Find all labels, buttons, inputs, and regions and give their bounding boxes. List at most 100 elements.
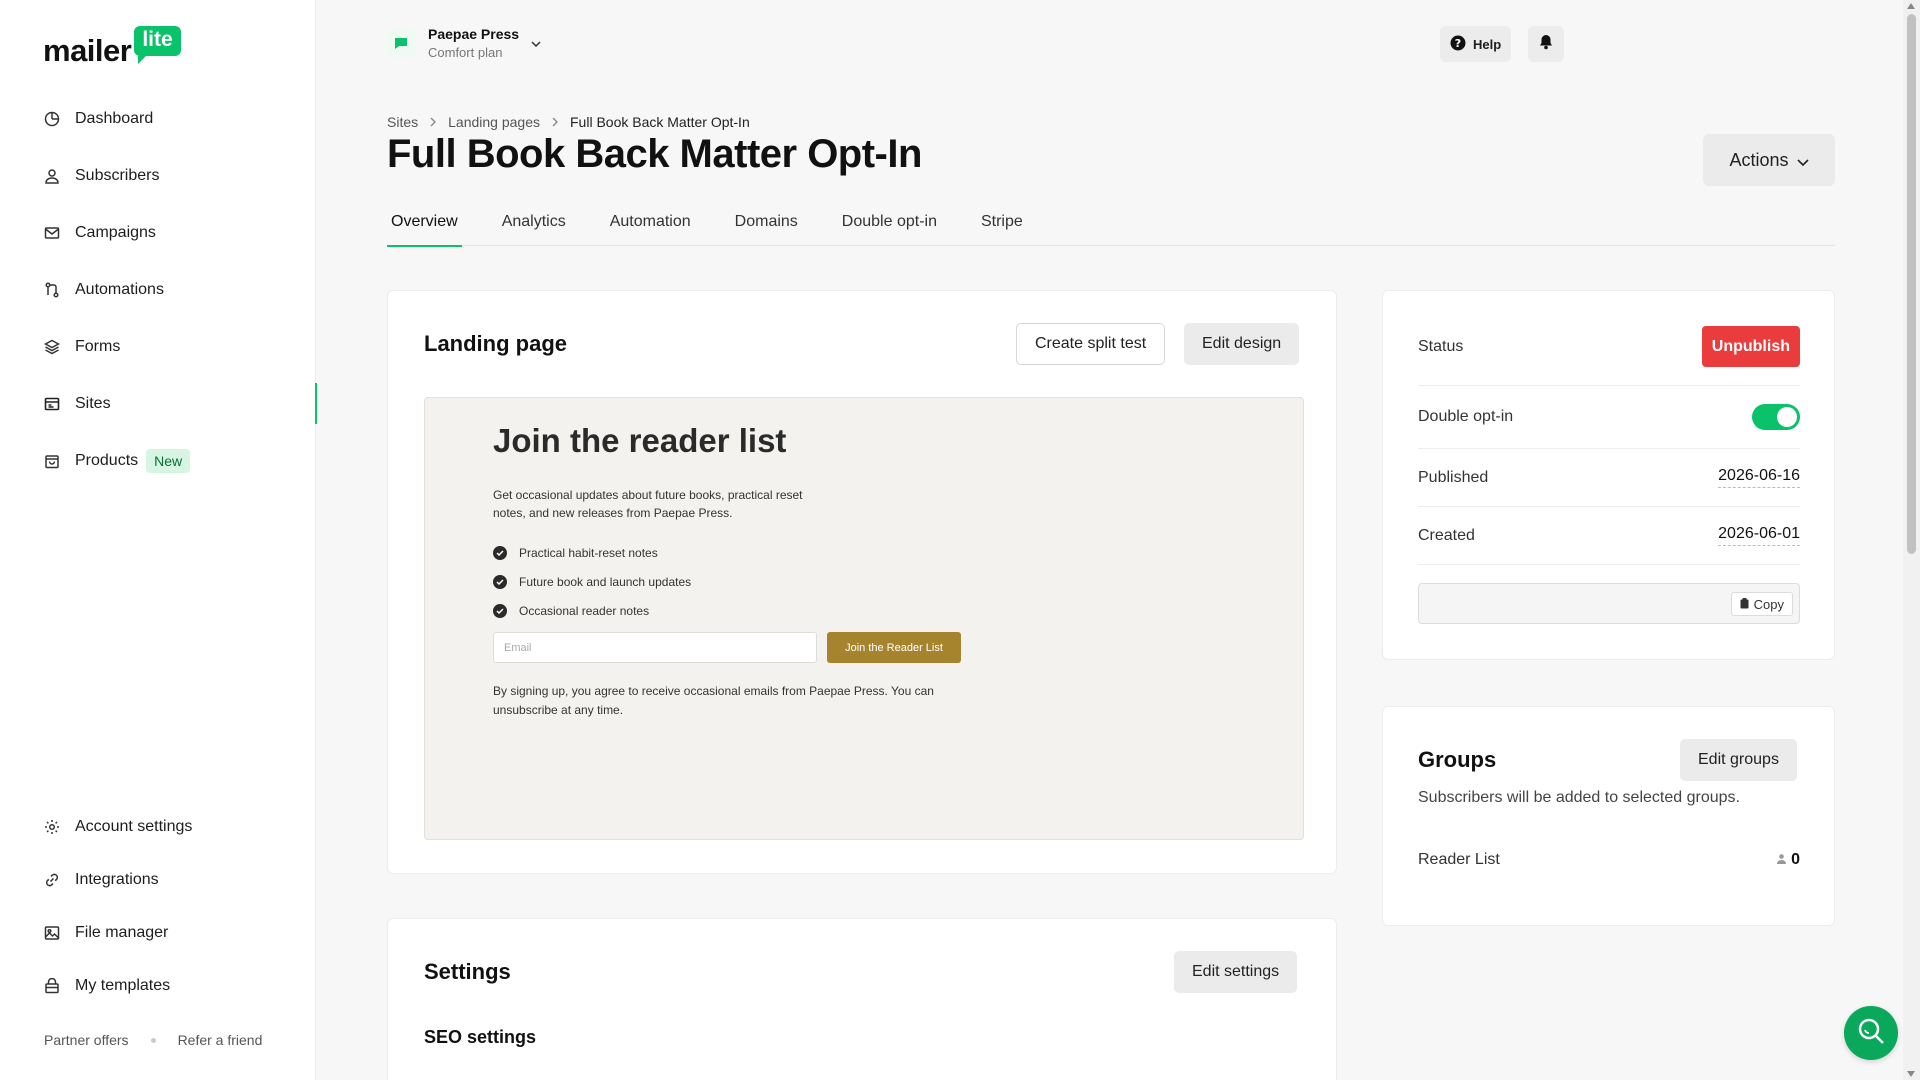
user-icon [43,167,61,185]
sidebar-item-automations[interactable]: Automations [0,261,316,318]
image-icon [43,924,61,942]
groups-description: Subscribers will be added to selected gr… [1418,789,1740,806]
chevron-down-icon [1796,150,1809,171]
sidebar-item-forms[interactable]: Forms [0,318,316,375]
sidebar-item-dashboard[interactable]: Dashboard [0,90,316,147]
mail-icon [43,224,61,242]
sidebar-item-products[interactable]: Products New [0,432,316,489]
page-title: Full Book Back Matter Opt-In [387,132,922,176]
search-icon [1856,1016,1886,1051]
bell-icon [1539,34,1553,55]
page-url-field[interactable]: Copy [1418,583,1800,624]
sidebar-item-label: Dashboard [75,109,154,127]
sidebar-item-account-settings[interactable]: Account settings [0,800,316,853]
divider [1418,448,1800,449]
sidebar-item-sites[interactable]: Sites [0,375,317,432]
copy-url-button[interactable]: Copy [1730,592,1793,616]
status-label: Status [1418,337,1464,355]
check-circle-icon [493,574,507,589]
page-tabs: Overview Analytics Automation Domains Do… [387,198,1835,247]
group-count-value: 0 [1791,851,1800,868]
divider [1418,385,1800,386]
seo-settings-heading: SEO settings [424,1027,537,1047]
page-scrollbar[interactable] [1903,0,1920,1080]
preview-join-button: Join the Reader List [827,632,961,663]
scroll-up-arrow-icon[interactable] [1907,3,1915,9]
list-item: Practical habit-reset notes [493,538,691,567]
automation-icon [43,281,61,299]
settings-card: Settings Edit settings SEO settings [387,918,1337,1080]
sidebar-item-label: Automations [75,280,164,298]
divider [1418,506,1800,507]
edit-settings-button[interactable]: Edit settings [1174,951,1298,993]
sidebar-item-label: My templates [75,976,171,994]
status-row: Status Unpublish [1418,326,1800,367]
footer-separator-dot [150,1037,156,1043]
breadcrumb-current: Full Book Back Matter Opt-In [570,114,750,130]
help-label: Help [1473,36,1502,52]
layers-icon [43,338,61,356]
sidebar-item-integrations[interactable]: Integrations [0,853,316,906]
landing-page-card: Landing page Create split test Edit desi… [387,290,1337,874]
logo-badge: lite [134,26,181,64]
sidebar-item-label: Subscribers [75,166,160,184]
clipboard-icon [1740,597,1749,612]
account-avatar-icon [386,28,416,58]
scroll-down-arrow-icon[interactable] [1907,1071,1915,1077]
created-date: 2026-06-01 [1718,525,1800,546]
sidebar-item-campaigns[interactable]: Campaigns [0,204,316,261]
refer-friend-link[interactable]: Refer a friend [178,1032,263,1048]
sidebar-item-my-templates[interactable]: My templates [0,959,316,1012]
breadcrumb: Sites Landing pages Full Book Back Matte… [387,114,750,130]
unpublish-button[interactable]: Unpublish [1701,326,1800,367]
tab-analytics[interactable]: Analytics [498,198,570,246]
status-card: Status Unpublish Double opt-in Published… [1382,290,1835,660]
template-icon [43,977,61,995]
logo-text: mailer [43,33,132,68]
sidebar-item-label: Account settings [75,817,193,835]
landing-page-title: Landing page [424,331,567,356]
scrollbar-thumb[interactable] [1907,14,1916,554]
chevron-right-icon [552,114,558,130]
browser-icon [43,395,61,413]
tab-double-opt-in[interactable]: Double opt-in [838,198,941,246]
double-opt-in-toggle[interactable] [1752,404,1800,430]
sidebar-item-subscribers[interactable]: Subscribers [0,147,316,204]
edit-groups-button[interactable]: Edit groups [1680,739,1797,781]
list-item: Future book and launch updates [493,567,691,596]
create-split-test-button[interactable]: Create split test [1016,323,1166,365]
tab-domains[interactable]: Domains [731,198,802,246]
bullet-text: Practical habit-reset notes [519,545,658,560]
mailerlite-logo[interactable]: mailer lite [43,26,181,69]
question-icon: ? [1450,35,1466,54]
account-switcher[interactable]: Paepae Press Comfort plan [386,26,541,60]
sidebar-item-file-manager[interactable]: File manager [0,906,316,959]
main-nav: Dashboard Subscribers Campaigns Automati… [0,90,317,489]
groups-title: Groups [1418,747,1497,772]
support-search-button[interactable] [1844,1006,1898,1060]
double-opt-in-label: Double opt-in [1418,408,1514,425]
notifications-button[interactable] [1528,26,1564,62]
tab-automation[interactable]: Automation [606,198,695,246]
sidebar-item-label: Integrations [75,870,159,888]
partner-offers-link[interactable]: Partner offers [44,1032,129,1048]
edit-design-button[interactable]: Edit design [1184,323,1300,365]
tab-stripe[interactable]: Stripe [977,198,1027,246]
dashboard-icon [43,110,61,128]
secondary-nav: Account settings Integrations File manag… [0,800,316,1012]
help-button[interactable]: ? Help [1440,26,1512,62]
account-plan: Comfort plan [428,45,503,60]
preview-heading: Join the reader list [493,422,787,459]
preview-consent-text: By signing up, you agree to receive occa… [493,684,934,717]
tab-overview[interactable]: Overview [387,198,462,247]
landing-page-preview[interactable]: Join the reader list Get occasional upda… [424,397,1304,840]
copy-label: Copy [1753,596,1784,612]
actions-button[interactable]: Actions [1703,134,1835,186]
breadcrumb-landing-pages[interactable]: Landing pages [448,114,540,130]
breadcrumb-sites[interactable]: Sites [387,114,418,130]
groups-card: Groups Edit groups Subscribers will be a… [1382,706,1835,926]
published-row: Published 2026-06-16 [1418,467,1800,488]
bullet-text: Occasional reader notes [519,603,650,618]
chevron-right-icon [430,114,437,130]
bullet-text: Future book and launch updates [519,574,692,589]
